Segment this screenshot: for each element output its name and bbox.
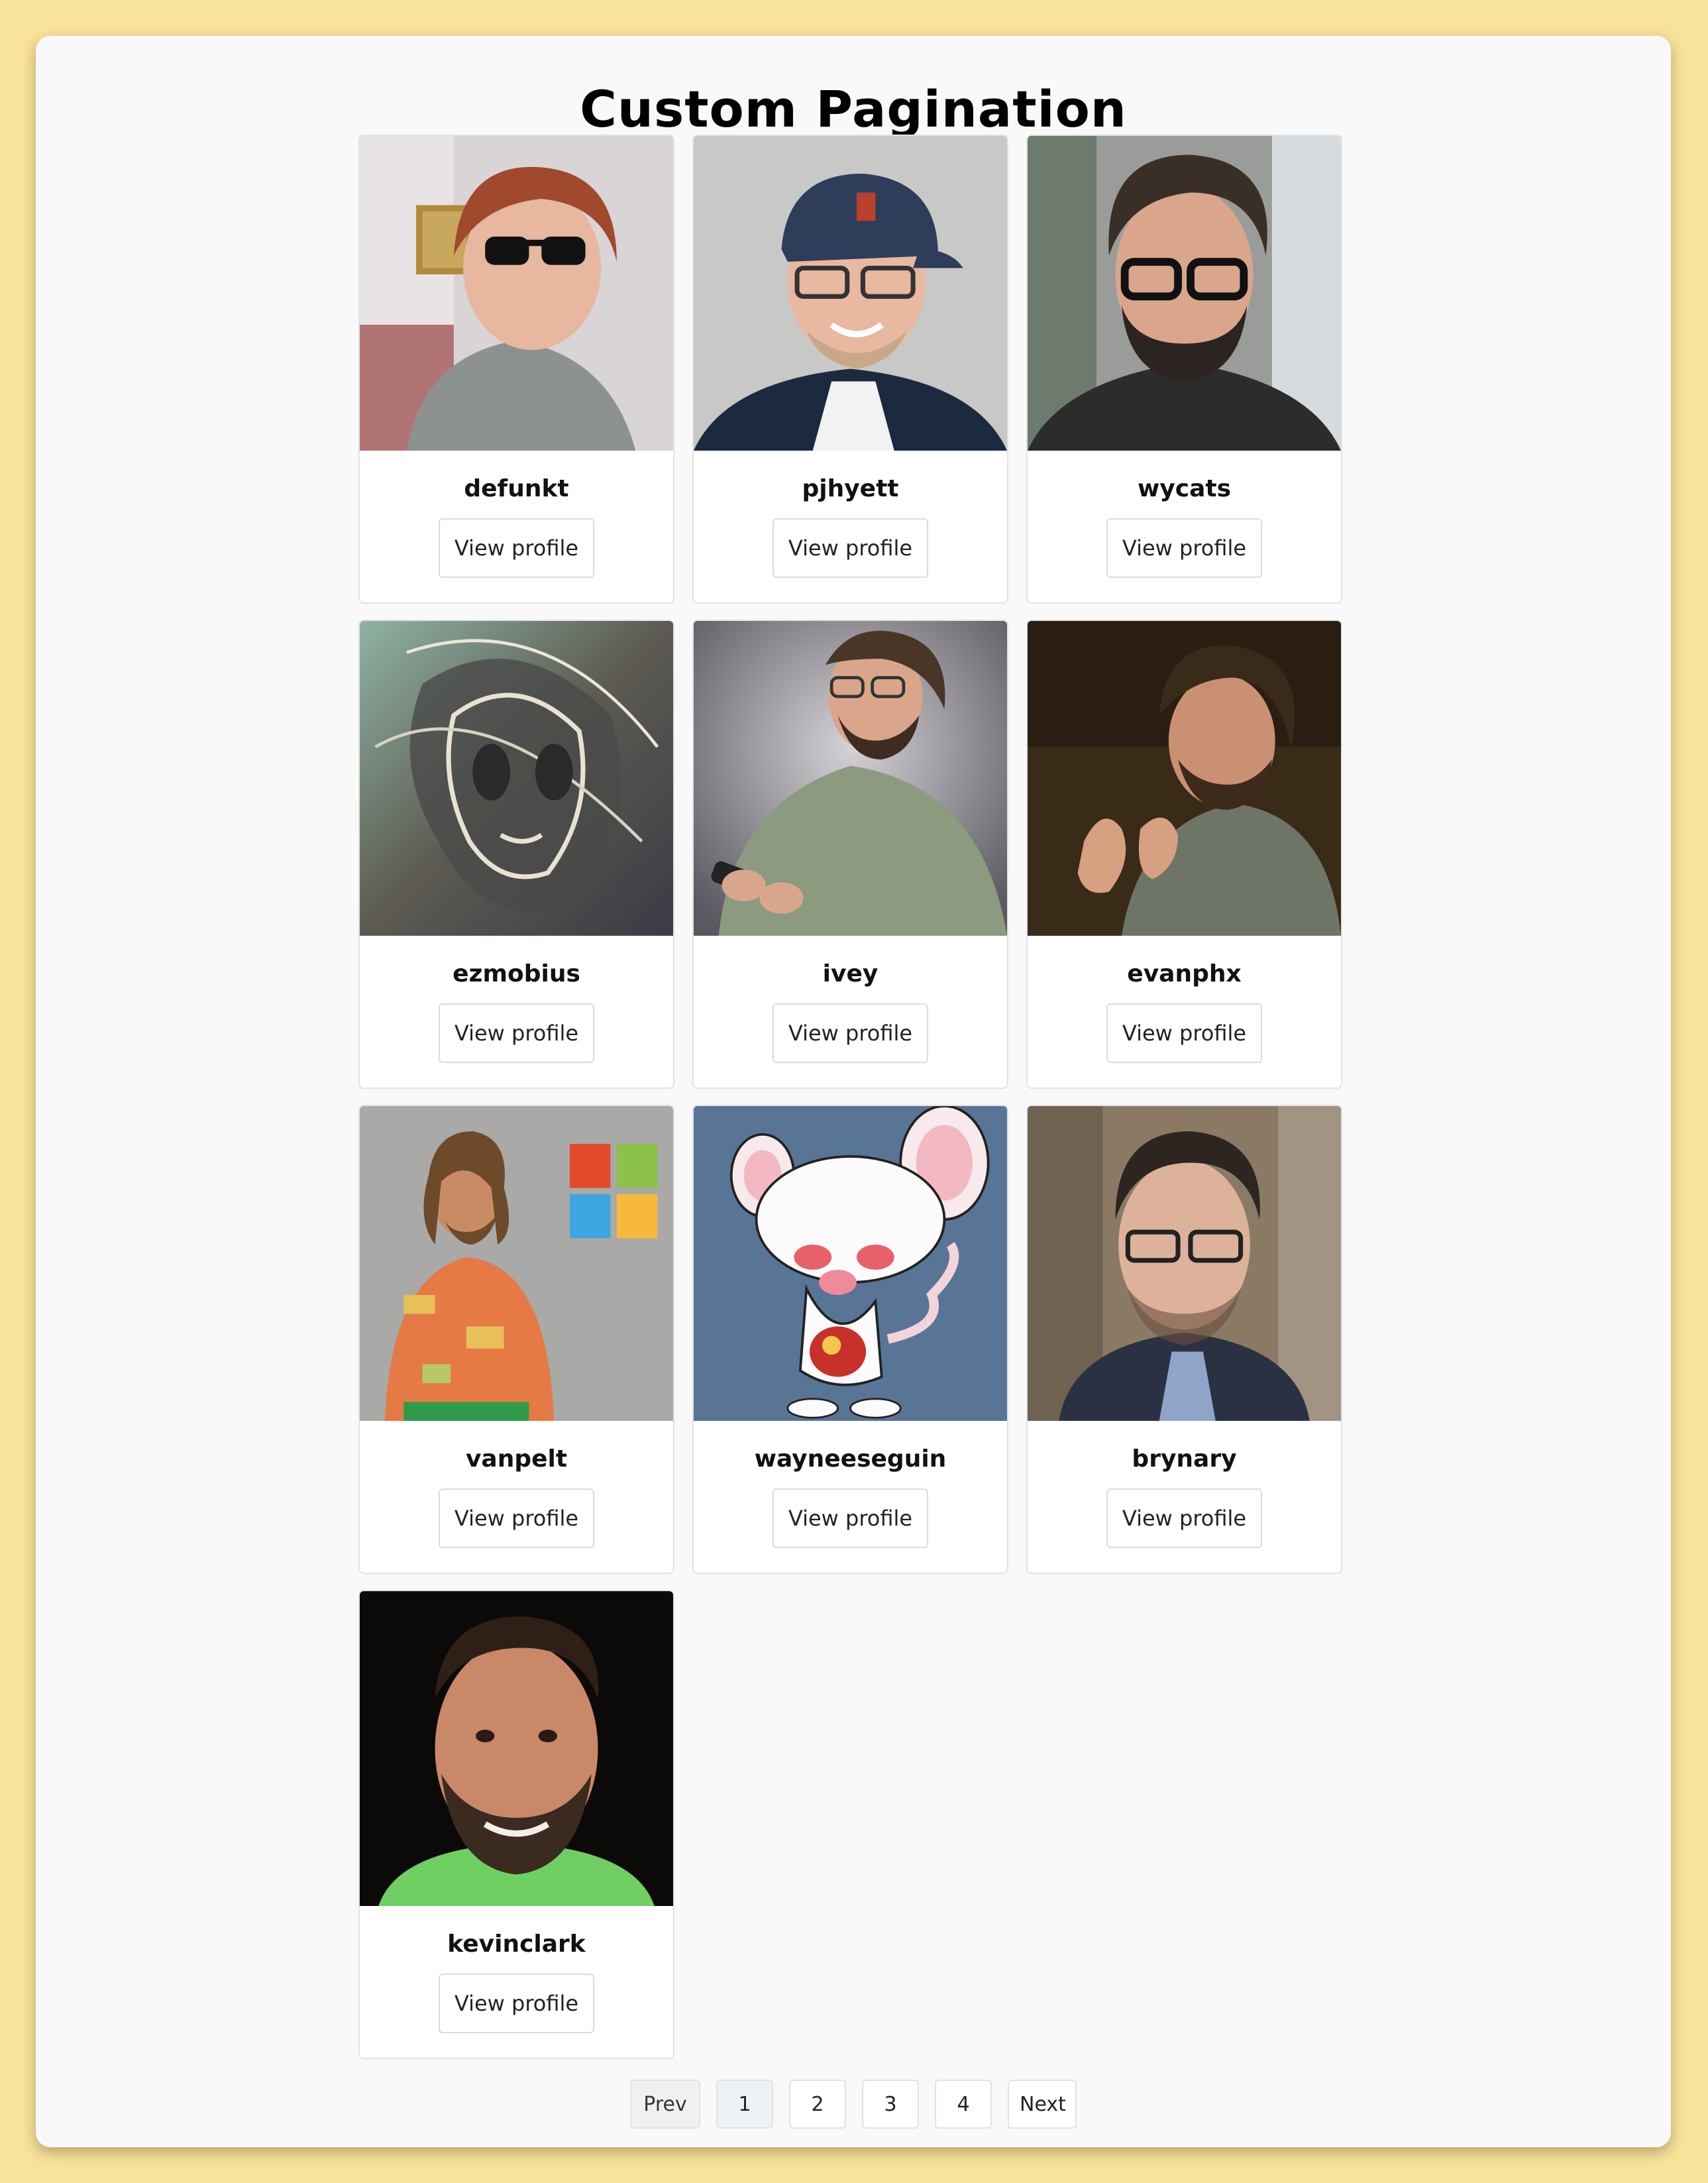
user-card: evanphx View profile — [1026, 620, 1342, 1089]
user-grid: defunkt View profile pjhyett View profil… — [358, 135, 1342, 2059]
user-avatar — [360, 136, 673, 451]
user-card: kevinclark View profile — [358, 1590, 674, 2059]
username: wycats — [1138, 475, 1231, 502]
user-card: pjhyett View profile — [692, 135, 1008, 604]
view-profile-button[interactable]: View profile — [773, 1003, 928, 1063]
user-card: brynary View profile — [1026, 1105, 1342, 1574]
user-avatar — [360, 1591, 673, 1906]
page-title: Custom Pagination — [580, 80, 1127, 139]
username: kevinclark — [447, 1931, 586, 1958]
user-avatar — [360, 621, 673, 936]
user-avatar — [1028, 1106, 1341, 1421]
user-avatar — [694, 621, 1007, 936]
view-profile-button[interactable]: View profile — [439, 518, 594, 578]
prev-page-button[interactable]: Prev — [630, 2080, 700, 2129]
user-avatar — [694, 136, 1007, 451]
username: evanphx — [1127, 960, 1242, 987]
main-panel: Custom Pagination defunkt View profile p… — [36, 36, 1671, 2147]
next-page-button[interactable]: Next — [1008, 2080, 1077, 2129]
username: wayneeseguin — [754, 1445, 947, 1473]
username: ezmobius — [453, 960, 580, 987]
user-card: defunkt View profile — [358, 135, 674, 604]
user-card: vanpelt View profile — [358, 1105, 674, 1574]
user-card: wayneeseguin View profile — [692, 1105, 1008, 1574]
user-card: wycats View profile — [1026, 135, 1342, 604]
username: pjhyett — [802, 475, 899, 502]
view-profile-button[interactable]: View profile — [773, 1488, 928, 1548]
page-button-2[interactable]: 2 — [789, 2080, 846, 2129]
username: brynary — [1132, 1445, 1237, 1473]
view-profile-button[interactable]: View profile — [1106, 518, 1262, 578]
page-button-1[interactable]: 1 — [716, 2080, 773, 2129]
pagination: Prev 1 2 3 4 Next — [36, 2080, 1671, 2129]
view-profile-button[interactable]: View profile — [1106, 1488, 1262, 1548]
view-profile-button[interactable]: View profile — [1106, 1003, 1262, 1063]
username: ivey — [822, 960, 879, 987]
view-profile-button[interactable]: View profile — [439, 1488, 594, 1548]
user-avatar — [694, 1106, 1007, 1421]
user-card: ivey View profile — [692, 620, 1008, 1089]
username: vanpelt — [465, 1445, 568, 1473]
view-profile-button[interactable]: View profile — [439, 1003, 594, 1063]
username: defunkt — [464, 475, 569, 502]
user-avatar — [1028, 621, 1341, 936]
user-avatar — [360, 1106, 673, 1421]
view-profile-button[interactable]: View profile — [773, 518, 928, 578]
user-avatar — [1028, 136, 1341, 451]
page-button-3[interactable]: 3 — [862, 2080, 919, 2129]
user-card: ezmobius View profile — [358, 620, 674, 1089]
page-button-4[interactable]: 4 — [935, 2080, 992, 2129]
view-profile-button[interactable]: View profile — [439, 1974, 594, 2033]
